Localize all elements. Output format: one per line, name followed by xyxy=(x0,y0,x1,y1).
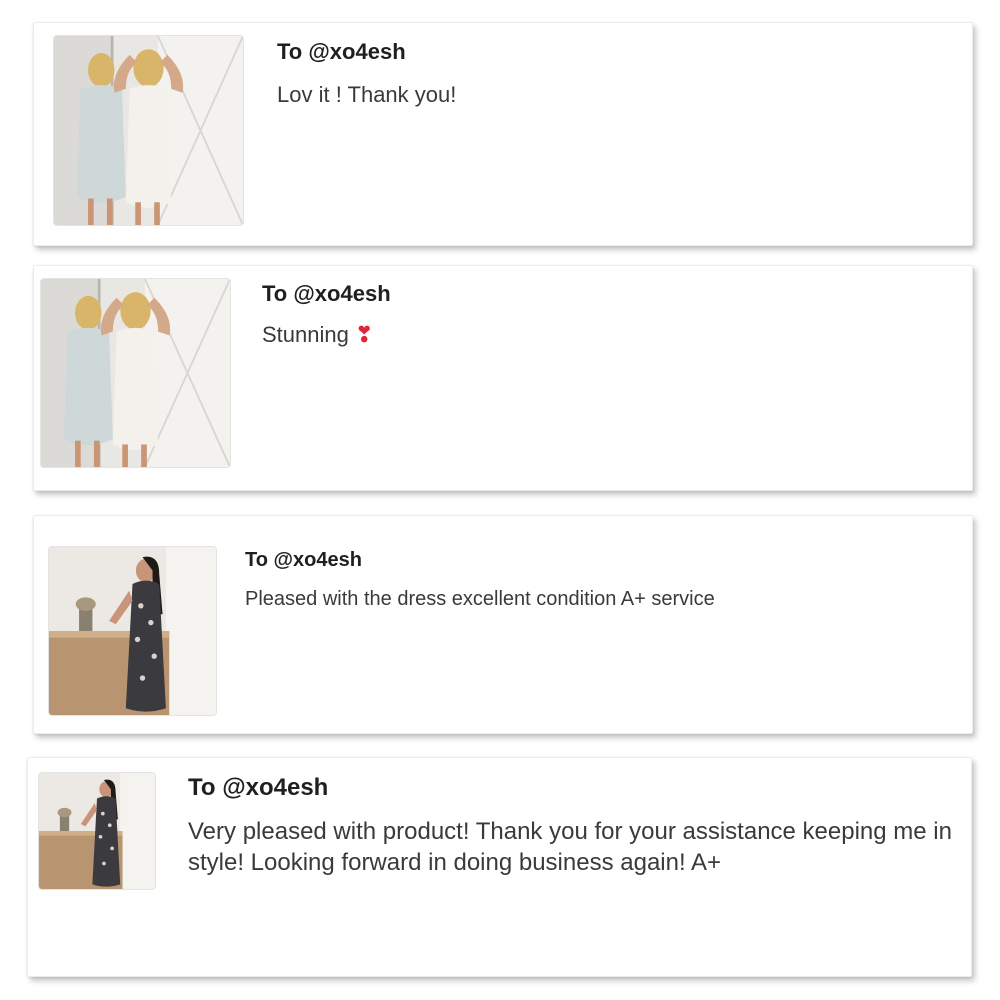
recipient-label: To @xo4esh xyxy=(277,39,406,64)
review-card[interactable]: To @xo4esh Lov it ! Thank you! xyxy=(33,22,973,246)
recipient-label: To @xo4esh xyxy=(188,774,329,801)
review-message: Stunning ❣ xyxy=(262,321,373,350)
review-photo-black-dress[interactable] xyxy=(48,546,217,716)
review-message-text: Stunning xyxy=(262,322,355,347)
review-card[interactable]: To @xo4esh Very pleased with product! Th… xyxy=(27,757,972,977)
review-message: Pleased with the dress excellent conditi… xyxy=(245,588,715,610)
review-card[interactable]: To @xo4esh Stunning ❣ xyxy=(33,265,973,491)
review-photo-white-dress[interactable] xyxy=(53,35,244,226)
recipient-label: To @xo4esh xyxy=(245,549,362,571)
review-card[interactable]: To @xo4esh Pleased with the dress excell… xyxy=(33,515,973,734)
review-message: Lov it ! Thank you! xyxy=(277,82,457,107)
review-photo-black-dress[interactable] xyxy=(38,772,156,890)
recipient-label: To @xo4esh xyxy=(262,281,391,306)
review-message: Very pleased with product! Thank you for… xyxy=(188,818,952,877)
review-photo-white-dress[interactable] xyxy=(40,278,231,468)
heart-exclamation-icon: ❣ xyxy=(354,322,374,347)
